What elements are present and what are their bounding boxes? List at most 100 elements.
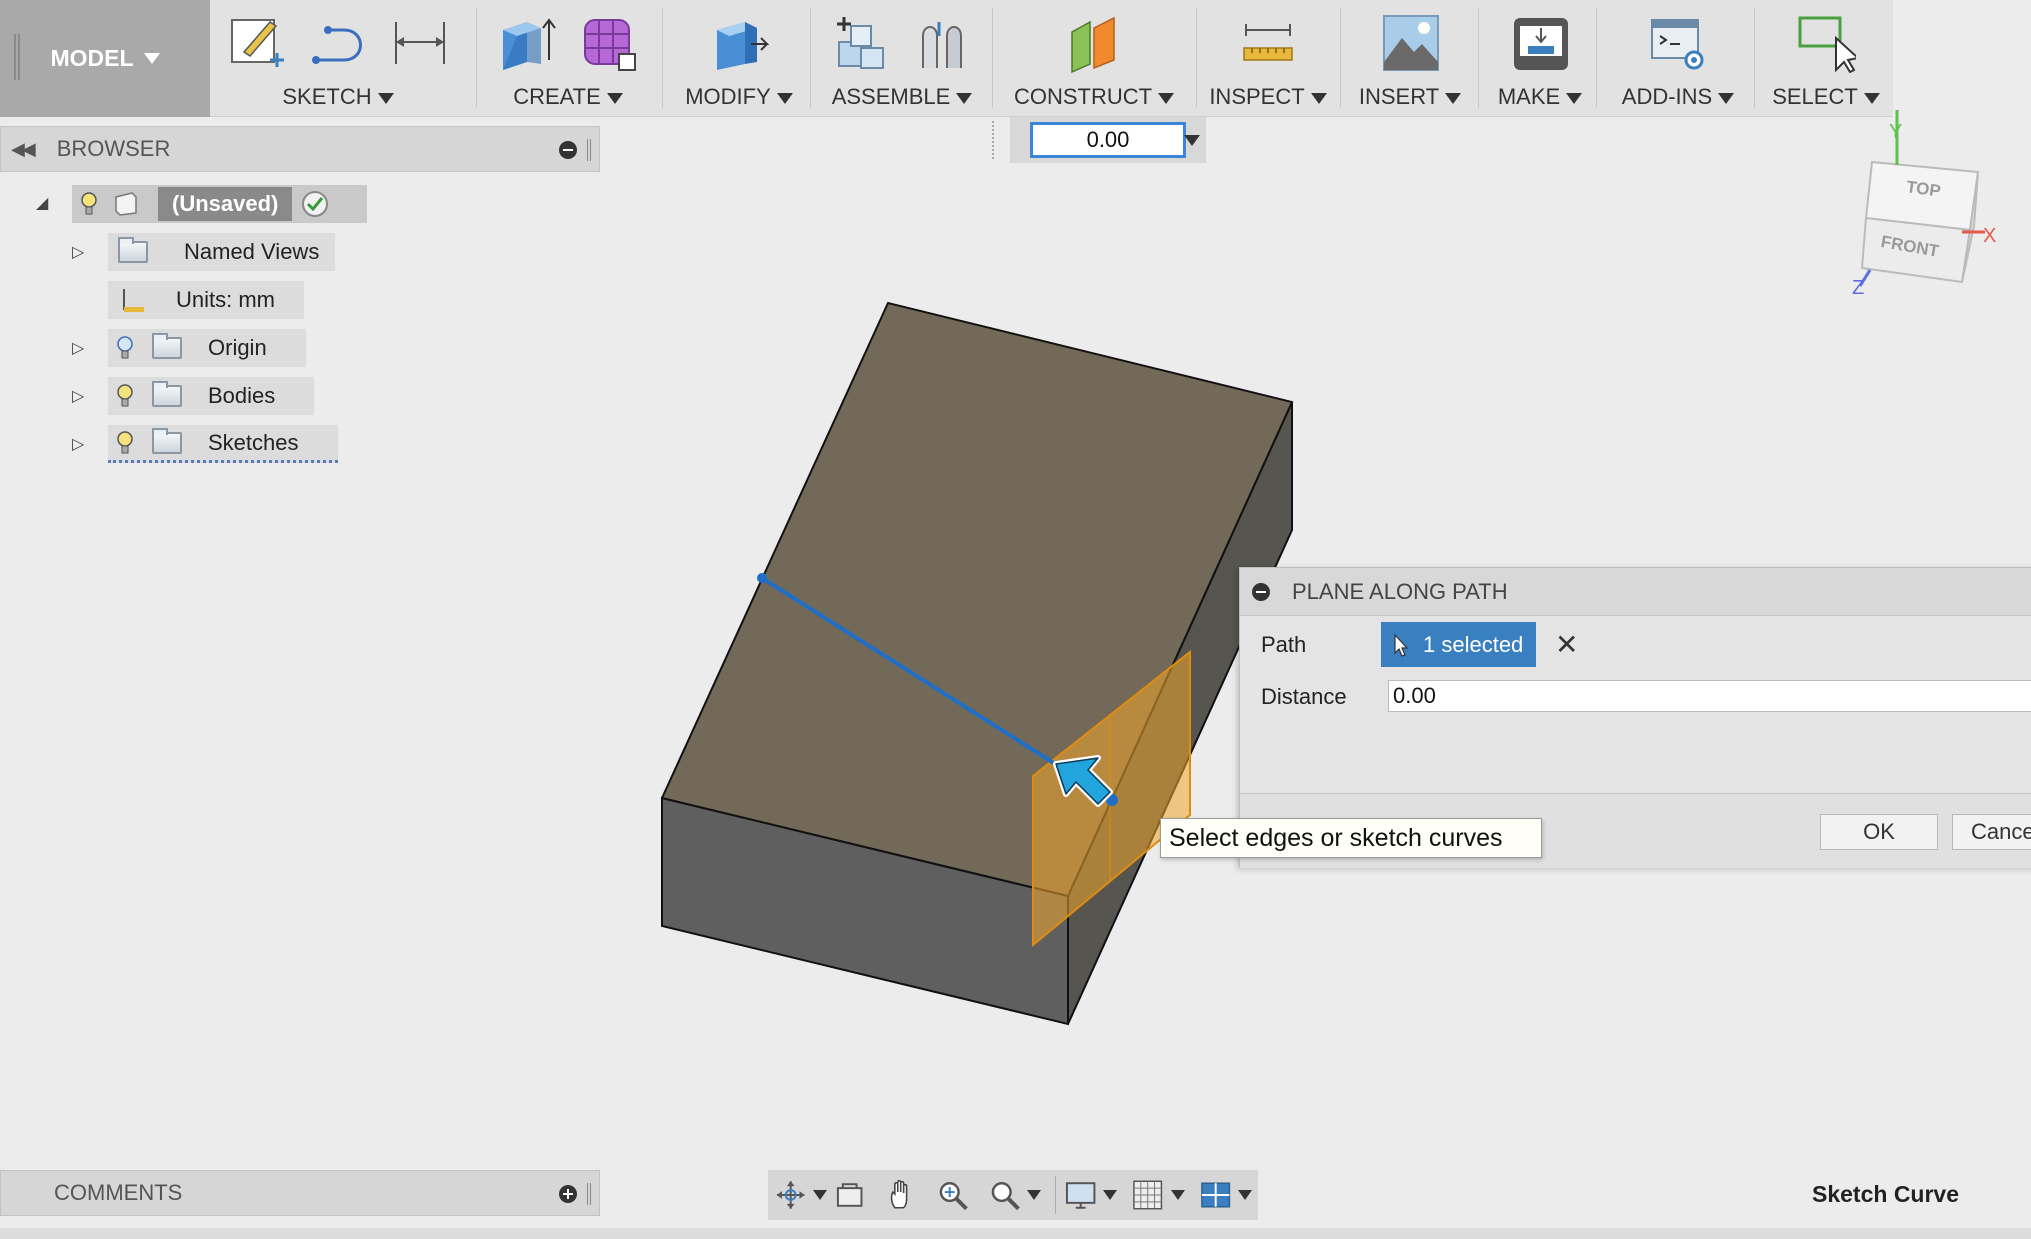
modify-menu[interactable]: MODIFY <box>664 84 814 110</box>
display-settings-icon[interactable] <box>1064 1178 1097 1212</box>
form-icon[interactable] <box>579 12 639 74</box>
display-dropdown-chevron-icon[interactable] <box>1103 1190 1118 1200</box>
grid-dropdown-chevron-icon[interactable] <box>1170 1190 1185 1200</box>
expand-sketches-icon[interactable]: ▷ <box>72 434 84 454</box>
plane-preview <box>1032 649 1191 948</box>
heads-up-value-box <box>992 117 1206 163</box>
inspect-menu-label: INSPECT <box>1209 84 1305 109</box>
collapse-panel-icon[interactable]: ◀◀ <box>11 139 36 160</box>
sketch-menu-label: SKETCH <box>282 84 372 109</box>
units-ruler-icon <box>123 289 144 312</box>
chevron-down-icon <box>1310 92 1327 104</box>
cancel-button[interactable]: Cancel <box>1952 814 2031 850</box>
orbit-icon[interactable] <box>774 1178 807 1212</box>
zoom-icon[interactable] <box>936 1178 969 1212</box>
dialog-header[interactable]: PLANE ALONG PATH <box>1240 568 2031 616</box>
select-icon[interactable] <box>1796 12 1856 74</box>
drag-arrow-icon[interactable] <box>1053 755 1113 807</box>
toolbar-group-create: CREATE <box>478 0 658 117</box>
main-toolbar: MODEL SKETCH CREATE MODIFY ASSEMBLE CONS… <box>0 0 1893 117</box>
viewports-dropdown-chevron-icon[interactable] <box>1237 1190 1252 1200</box>
heads-up-value-input[interactable] <box>1030 122 1186 158</box>
distance-input[interactable] <box>1388 680 2031 712</box>
grid-settings-icon[interactable] <box>1131 1178 1164 1212</box>
collapse-dialog-icon[interactable] <box>1252 583 1270 601</box>
lightbulb-icon[interactable] <box>116 430 134 456</box>
create-menu[interactable]: CREATE <box>478 84 658 110</box>
lightbulb-icon[interactable] <box>80 191 98 217</box>
create-sketch-icon[interactable] <box>226 12 286 74</box>
origin-label: Origin <box>208 335 267 360</box>
chevron-down-icon <box>956 92 973 104</box>
workspace-label: MODEL <box>50 45 134 71</box>
viewports-icon[interactable] <box>1199 1178 1232 1212</box>
path-selection-button[interactable]: 1 selected <box>1381 622 1536 667</box>
sketches-label: Sketches <box>208 429 299 455</box>
new-component-icon[interactable] <box>831 12 891 74</box>
construct-menu[interactable]: CONSTRUCT <box>994 84 1194 110</box>
insert-menu[interactable]: INSERT <box>1342 84 1478 110</box>
construct-menu-label: CONSTRUCT <box>1013 84 1153 109</box>
tree-item-origin[interactable]: Origin <box>108 329 306 367</box>
cursor-arrow-icon <box>1394 632 1409 657</box>
make-menu[interactable]: MAKE <box>1480 84 1600 110</box>
selected-path-edge[interactable] <box>760 576 1114 802</box>
workspace-switcher[interactable]: MODEL <box>0 0 210 117</box>
comments-panel-header[interactable]: COMMENTS <box>0 1170 600 1216</box>
assemble-menu-label: ASSEMBLE <box>831 84 951 109</box>
tree-item-sketches[interactable]: Sketches <box>108 425 338 463</box>
orbit-dropdown-chevron-icon[interactable] <box>813 1190 828 1200</box>
measure-icon[interactable] <box>1238 12 1298 74</box>
panel-resize-grip[interactable] <box>587 1183 591 1205</box>
extrude-icon[interactable] <box>497 12 557 74</box>
tree-item-bodies[interactable]: Bodies <box>108 377 314 415</box>
toolbar-grip[interactable] <box>14 34 20 80</box>
insert-image-icon[interactable] <box>1380 12 1440 74</box>
select-menu[interactable]: SELECT <box>1756 84 1896 110</box>
minimize-browser-icon[interactable] <box>559 141 577 159</box>
toolbar-group-addins: ADD-INS <box>1598 0 1758 117</box>
tree-item-root[interactable]: (Unsaved) <box>72 185 367 223</box>
clear-selection-icon[interactable]: ✕ <box>1555 628 1578 661</box>
path-selection-count: 1 selected <box>1423 631 1524 657</box>
pan-hand-icon[interactable] <box>885 1178 918 1212</box>
tree-item-named-views[interactable]: Named Views <box>108 233 335 271</box>
expand-bodies-icon[interactable]: ▷ <box>72 386 84 406</box>
tree-item-units[interactable]: Units: mm <box>108 281 304 319</box>
expand-root-icon[interactable]: ◢ <box>36 193 48 213</box>
viewcube-front-label: FRONT <box>1879 232 1941 261</box>
expand-origin-icon[interactable]: ▷ <box>72 338 84 358</box>
body-top-face[interactable] <box>660 301 1294 898</box>
scripts-addins-icon[interactable] <box>1648 12 1708 74</box>
panel-resize-grip[interactable] <box>587 139 591 161</box>
press-pull-icon[interactable] <box>709 12 769 74</box>
zoom-dropdown-chevron-icon[interactable] <box>1026 1190 1041 1200</box>
add-comment-icon[interactable] <box>559 1185 577 1203</box>
component-icon <box>115 192 137 216</box>
lightbulb-off-icon[interactable] <box>116 335 134 361</box>
look-at-icon[interactable] <box>833 1178 866 1212</box>
folder-icon <box>152 381 182 407</box>
value-dropdown-chevron-icon[interactable] <box>1184 135 1200 146</box>
line-icon[interactable] <box>308 12 368 74</box>
expand-named-views-icon[interactable]: ▷ <box>72 242 84 262</box>
3d-print-icon[interactable] <box>1510 12 1570 74</box>
lightbulb-icon[interactable] <box>116 383 134 409</box>
navigation-bar <box>768 1170 1258 1220</box>
body-front-face[interactable] <box>661 796 1069 1026</box>
fit-zoom-icon[interactable] <box>988 1178 1021 1212</box>
toolbar-group-construct: CONSTRUCT <box>994 0 1194 117</box>
dimension-icon[interactable] <box>390 12 450 74</box>
offset-plane-icon[interactable] <box>1064 12 1124 74</box>
bodies-label: Bodies <box>208 383 276 408</box>
inspect-menu[interactable]: INSPECT <box>1198 84 1338 110</box>
path-label: Path <box>1261 632 1307 657</box>
named-views-label: Named Views <box>184 239 320 264</box>
sketch-menu[interactable]: SKETCH <box>218 84 458 110</box>
joint-icon[interactable] <box>913 12 973 74</box>
ok-button[interactable]: OK <box>1820 814 1938 850</box>
view-cube[interactable] <box>1858 110 1985 287</box>
folder-icon <box>152 333 182 359</box>
assemble-menu[interactable]: ASSEMBLE <box>812 84 992 110</box>
addins-menu[interactable]: ADD-INS <box>1598 84 1758 110</box>
